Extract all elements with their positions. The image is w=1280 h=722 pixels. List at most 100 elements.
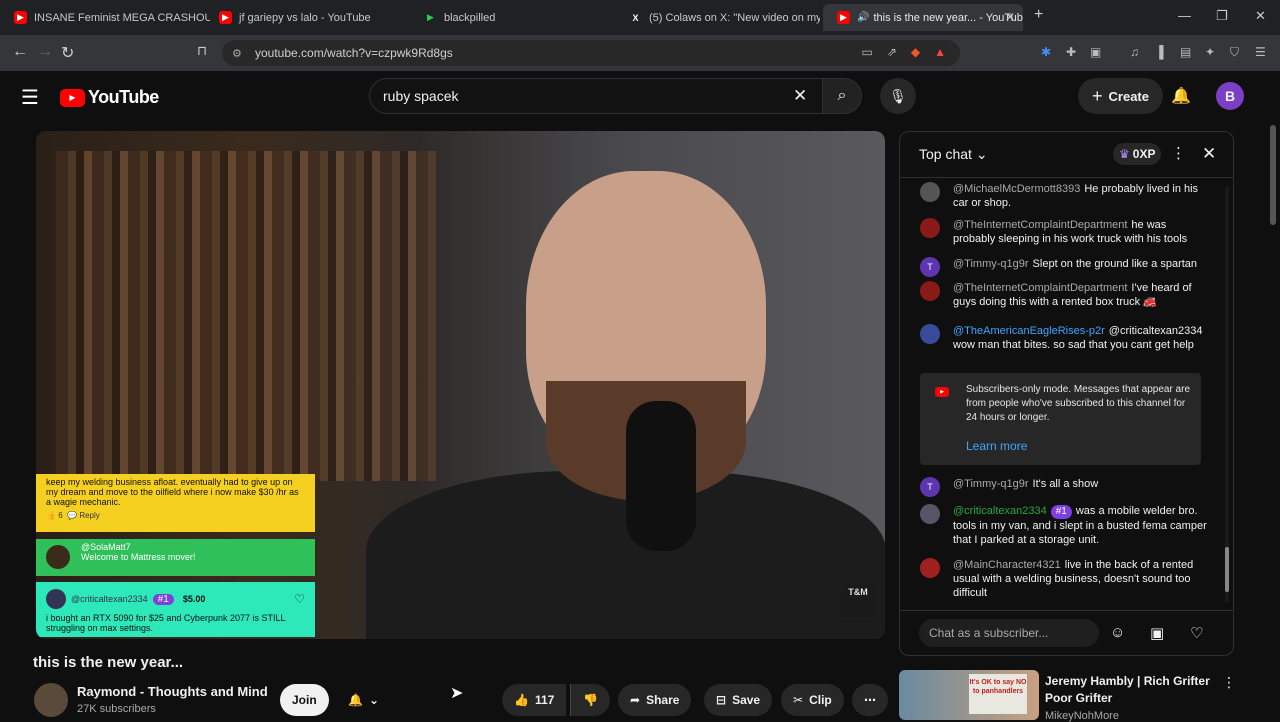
join-label: Join [292,693,317,707]
recommendation-channel[interactable]: MikeyNohMore [1045,710,1119,722]
chat-message: @TheInternetComplaintDepartment he was pr… [920,218,1210,246]
notifications-bell-icon[interactable]: 🔔 [1171,86,1191,106]
dislike-button[interactable]: 👎 [570,684,610,716]
voice-search-button[interactable]: 🎙 [880,78,916,114]
music-icon[interactable]: ♫ [1130,45,1139,59]
overlay-superchat-user: @criticaltexan2334 [71,594,148,604]
search-input[interactable]: ruby spacek [369,78,823,114]
chat-author[interactable]: @TheInternetComplaintDepartment [953,219,1127,231]
play-favicon-icon: ▶ [427,12,434,22]
sidebar-icon[interactable]: ▐ [1155,45,1164,59]
chat-mode-dropdown[interactable]: Top chat ⌄ [919,146,988,163]
chat-avatar [920,558,940,578]
recommendation-options-icon[interactable]: ⋮ [1222,674,1236,691]
chat-input[interactable]: Chat as a subscriber... [919,619,1099,647]
share-label: Share [646,693,680,707]
chat-author[interactable]: @criticaltexan2334 [953,505,1047,517]
browser-tab[interactable]: ▶ blackpilled [410,4,615,31]
chat-options-icon[interactable]: ⋮ [1171,144,1186,162]
close-window-icon[interactable]: ✕ [1255,8,1266,24]
youtube-logo[interactable]: ▶ YouTube [60,87,159,108]
bookmark-icon[interactable]: ⊓ [197,43,207,59]
like-button[interactable]: 👍 117 [502,684,567,716]
subscriber-count: 27K subscribers [77,703,156,715]
save-button[interactable]: ⊟ Save [704,684,773,716]
video-title: this is the new year... [33,654,184,671]
wallet-card-icon[interactable]: ▤ [1180,45,1191,59]
chat-avatar: T [920,257,940,277]
cast-icon[interactable]: ▭ [861,45,872,59]
chat-author[interactable]: @Timmy-q1g9r [953,258,1029,270]
recommendation-title[interactable]: Jeremy Hambly | Rich Grifter Poor Grifte… [1045,673,1210,707]
new-tab-icon[interactable]: + [1034,6,1043,24]
channel-avatar[interactable] [34,683,68,717]
close-tab-icon[interactable]: ✕ [1005,10,1015,24]
chat-message: @TheInternetComplaintDepartment I've hear… [920,281,1210,309]
share-page-icon[interactable]: ⇗ [887,45,897,59]
browser-tab-active[interactable]: ▶ 🔊 this is the new year... - YouTub ✕ [823,4,1023,31]
chat-avatar [920,182,940,202]
super-chat-icon[interactable]: ▣ [1150,624,1164,642]
clip-button[interactable]: ✂ Clip [781,684,844,716]
thumbs-down-icon: 👎 [583,693,598,707]
youtube-play-icon: ▶ [935,387,949,397]
chat-author[interactable]: @MichaelMcDermott8393 [953,183,1080,195]
clear-search-icon[interactable]: ✕ [793,86,807,106]
bell-icon: 🔔 [348,693,363,707]
plus-icon: + [1092,85,1103,106]
back-icon[interactable]: ← [12,43,28,61]
create-button[interactable]: + Create [1078,78,1163,114]
join-button[interactable]: Join [280,684,329,716]
url-field[interactable]: ⚙ youtube.com/watch?v=czpwk9Rd8gs ▭ ⇗ ◆ … [222,40,960,66]
share-button[interactable]: ➦ Share [618,684,692,716]
notification-preference-button[interactable]: 🔔 ⌄ [336,684,391,716]
xp-badge[interactable]: ♛ 0XP [1113,143,1162,165]
wallet-icon[interactable]: ▣ [1090,45,1101,59]
channel-watermark[interactable]: T&M [841,585,875,617]
chat-author[interactable]: @MainCharacter4321 [953,559,1061,571]
heart-icon[interactable]: ♡ [1190,624,1203,642]
chat-mode-label: Top chat [919,146,972,162]
maximize-icon[interactable]: ❐ [1216,8,1228,24]
more-horizontal-icon: ⋯ [864,693,876,707]
brave-shield-icon[interactable]: ◆ [911,45,920,59]
more-actions-button[interactable]: ⋯ [852,684,888,716]
browser-tab[interactable]: X (5) Colaws on X: "New video on my Y [615,4,820,31]
youtube-favicon-icon: ▶ [14,11,27,24]
minimize-icon[interactable]: — [1178,8,1191,23]
chat-author[interactable]: @Timmy-q1g9r [953,478,1029,490]
overlay-reply-label: Reply [79,511,100,520]
chat-author[interactable]: @TheInternetComplaintDepartment [953,282,1127,294]
site-info-icon[interactable]: ⚙ [232,47,242,60]
guide-menu-icon[interactable]: ☰ [21,85,39,110]
leo-ai-icon[interactable]: ✦ [1205,45,1215,59]
page-scrollbar-thumb[interactable] [1270,125,1276,225]
like-count: 117 [534,693,555,707]
channel-name[interactable]: Raymond - Thoughts and Mind [77,684,268,699]
browser-tab[interactable]: ▶ jf gariepy vs lalo - YouTube [205,4,410,31]
chat-scrollbar-track[interactable] [1225,187,1229,602]
crown-icon: ♛ [1119,147,1130,161]
reload-icon[interactable]: ↻ [61,43,74,63]
chat-avatar [920,324,940,344]
recommendation-thumbnail[interactable]: It's OK to say NO to panhandlers [899,670,1039,720]
search-button[interactable]: ⌕ [822,78,862,114]
account-avatar[interactable]: B [1216,82,1244,110]
browser-menu-icon[interactable]: ☰ [1255,45,1266,59]
x-favicon-icon: X [632,12,639,23]
overlay-superchat-card: @criticaltexan2334 #1 $5.00 ♡ i bought a… [36,582,315,637]
forward-icon[interactable]: → [37,43,53,61]
chat-scrollbar-thumb[interactable] [1225,547,1229,592]
speaker-icon: 🔊 [857,12,870,23]
extension-icon[interactable]: ✱ [1041,45,1051,59]
video-player[interactable]: T&M keep my welding business afloat. eve… [36,131,885,639]
close-chat-icon[interactable]: ✕ [1202,144,1216,164]
save-label: Save [732,693,761,707]
learn-more-link[interactable]: Learn more [966,439,1027,453]
puzzle-icon[interactable]: ✚ [1066,45,1076,59]
browser-tab[interactable]: ▶ INSANE Feminist MEGA CRASHOUT [0,4,210,31]
emoji-icon[interactable]: ☺ [1110,624,1125,641]
vpn-icon[interactable]: ⛉ [1230,45,1239,60]
chat-author[interactable]: @TheAmericanEagleRises-p2r [953,325,1105,337]
brave-rewards-icon[interactable]: ▲ [934,45,946,59]
